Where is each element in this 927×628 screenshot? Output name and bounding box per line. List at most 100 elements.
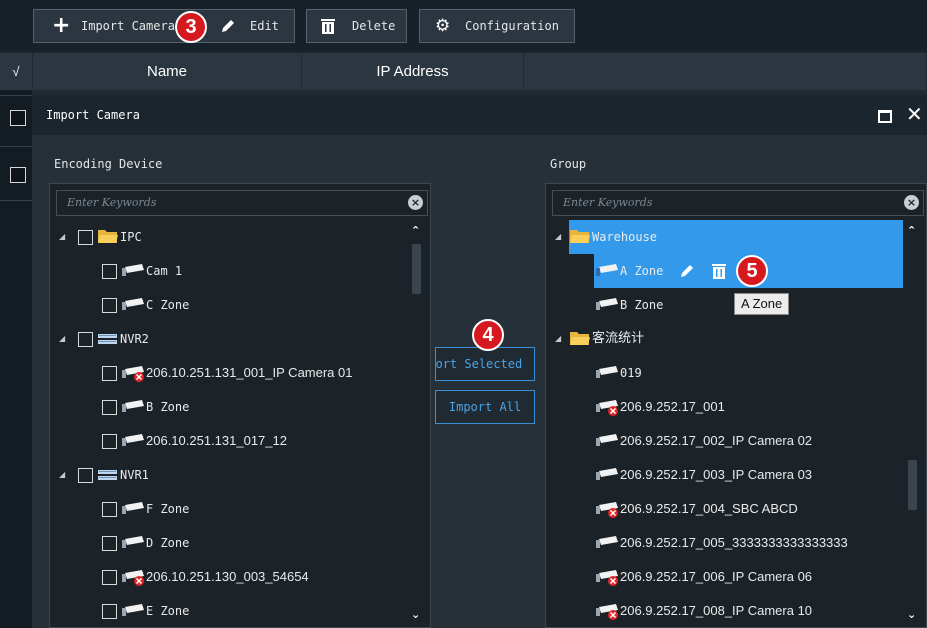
row-checkbox[interactable] <box>10 110 26 126</box>
import-camera-button[interactable]: + Import Camera Edit <box>33 9 295 43</box>
tree-node-label: 206.9.252.17_008_IP Camera 10 <box>620 603 813 618</box>
edit-group-icon[interactable] <box>679 263 695 282</box>
camera-offline-icon <box>596 500 620 518</box>
tree-group-node[interactable]: ◢ NVR2 <box>50 322 406 356</box>
tree-node-label: 019 <box>620 366 642 380</box>
tree-camera-node[interactable]: 019 <box>546 356 902 390</box>
tree-camera-node[interactable]: 206.10.251.131_001_IP Camera 01 <box>50 356 406 390</box>
tree-camera-node[interactable]: 206.10.251.131_017_12 <box>50 424 406 458</box>
group-search-input[interactable]: Enter Keywords × <box>552 190 924 216</box>
tree-group-node[interactable]: ◢ 客流统计 <box>546 322 902 356</box>
camera-icon <box>122 500 146 518</box>
folder-icon <box>570 228 590 244</box>
camera-icon <box>122 432 146 450</box>
tree-checkbox[interactable] <box>102 400 117 415</box>
encoding-device-panel: Enter Keywords × ◢ IPC Cam 1 C Zone ◢ NVR2 206… <box>49 183 431 628</box>
tree-camera-node[interactable]: 206.9.252.17_004_SBC ABCD <box>546 492 902 526</box>
delete-button[interactable]: Delete <box>306 9 407 43</box>
tree-camera-node[interactable]: 206.9.252.17_001 <box>546 390 902 424</box>
scroll-up-icon[interactable]: ⌃ <box>411 224 420 237</box>
camera-icon <box>122 534 146 552</box>
scroll-thumb[interactable] <box>412 244 421 294</box>
tree-checkbox[interactable] <box>102 366 117 381</box>
scroll-thumb[interactable] <box>908 460 917 510</box>
tree-camera-node[interactable]: B Zone <box>50 390 406 424</box>
close-icon[interactable]: ✕ <box>906 101 923 127</box>
camera-icon <box>122 262 146 280</box>
tree-node-label: IPC <box>120 230 142 244</box>
ip-address-column-header[interactable]: IP Address <box>302 53 524 90</box>
tree-camera-node[interactable]: B Zone <box>546 288 902 322</box>
nvr-icon <box>98 332 118 346</box>
row-checkbox[interactable] <box>10 167 26 183</box>
tree-camera-node[interactable]: 206.9.252.17_002_IP Camera 02 <box>546 424 902 458</box>
tree-node-label: 206.10.251.131_017_12 <box>146 433 287 448</box>
tree-checkbox[interactable] <box>102 298 117 313</box>
tree-node-label: 客流统计 <box>592 331 645 346</box>
camera-offline-icon <box>596 568 620 586</box>
tree-node-label: B Zone <box>620 298 664 312</box>
tree-camera-node[interactable]: Cam 1 <box>50 254 406 288</box>
tree-camera-node[interactable]: 206.10.251.130_003_54654 <box>50 560 406 594</box>
camera-icon <box>596 364 620 382</box>
grid-row-strip <box>0 90 32 628</box>
camera-icon <box>596 296 620 314</box>
tree-group-node[interactable]: ◢ IPC <box>50 220 406 254</box>
tree-checkbox[interactable] <box>102 570 117 585</box>
expand-toggle-icon[interactable]: ◢ <box>555 322 561 356</box>
encoding-scrollbar[interactable]: ⌃ ⌄ <box>410 220 422 627</box>
expand-toggle-icon[interactable]: ◢ <box>59 220 65 254</box>
expand-toggle-icon[interactable]: ◢ <box>555 220 561 254</box>
tree-checkbox[interactable] <box>78 230 93 245</box>
tree-camera-node[interactable]: 206.9.252.17_005_3333333333333333 <box>546 526 902 560</box>
gear-icon: ⚙ <box>435 16 451 36</box>
tree-camera-node[interactable]: C Zone <box>50 288 406 322</box>
scroll-up-icon[interactable]: ⌃ <box>907 224 916 237</box>
tree-checkbox[interactable] <box>102 502 117 517</box>
group-scrollbar[interactable]: ⌃ ⌄ <box>906 220 918 627</box>
maximize-icon[interactable] <box>878 110 892 123</box>
tree-checkbox[interactable] <box>102 264 117 279</box>
camera-icon <box>596 466 620 484</box>
tree-node-label: E Zone <box>146 604 190 618</box>
expand-toggle-icon[interactable]: ◢ <box>59 458 65 492</box>
tree-node-label: 206.10.251.131_001_IP Camera 01 <box>146 365 353 380</box>
clear-search-icon[interactable]: × <box>408 195 423 210</box>
empty-column-header <box>524 53 927 90</box>
delete-group-icon[interactable] <box>712 263 726 282</box>
tree-camera-node[interactable]: F Zone <box>50 492 406 526</box>
encoding-device-label: Encoding Device <box>54 157 163 171</box>
tree-camera-node[interactable]: 206.9.252.17_006_IP Camera 06 <box>546 560 902 594</box>
clear-search-icon[interactable]: × <box>904 195 919 210</box>
callout-4: 4 <box>472 319 504 351</box>
tree-checkbox[interactable] <box>102 536 117 551</box>
tree-checkbox[interactable] <box>102 434 117 449</box>
select-all-column[interactable]: √ <box>0 53 33 90</box>
import-selected-button[interactable]: Import Selected <box>435 347 535 381</box>
tree-camera-node[interactable]: D Zone <box>50 526 406 560</box>
tree-checkbox[interactable] <box>102 604 117 619</box>
tree-group-node[interactable]: ◢ NVR1 <box>50 458 406 492</box>
configuration-button[interactable]: ⚙ Configuration <box>419 9 575 43</box>
tree-camera-node[interactable]: 206.9.252.17_008_IP Camera 10 <box>546 594 902 627</box>
expand-toggle-icon[interactable]: ◢ <box>59 322 65 356</box>
callout-5: 5 <box>736 255 768 287</box>
tree-camera-node[interactable]: 206.9.252.17_003_IP Camera 03 <box>546 458 902 492</box>
tree-camera-node[interactable]: E Zone <box>50 594 406 627</box>
import-all-button[interactable]: Import All <box>435 390 535 424</box>
folder-icon <box>570 330 590 346</box>
group-panel: Enter Keywords × ◢ Warehouse A Zone B Zone ◢… <box>545 183 927 628</box>
grid-header: √ Name IP Address <box>0 53 927 90</box>
encoding-search-input[interactable]: Enter Keywords × <box>56 190 428 216</box>
tree-node-label: 206.10.251.130_003_54654 <box>146 569 309 584</box>
name-column-header[interactable]: Name <box>33 53 302 90</box>
toolbar: + Import Camera Edit Delete ⚙ Configurat… <box>0 0 927 52</box>
scroll-down-icon[interactable]: ⌄ <box>907 608 916 621</box>
scroll-down-icon[interactable]: ⌄ <box>411 608 420 621</box>
tree-checkbox[interactable] <box>78 332 93 347</box>
tree-node-label: F Zone <box>146 502 190 516</box>
tree-checkbox[interactable] <box>78 468 93 483</box>
dialog-title: Import Camera <box>46 108 140 122</box>
plus-icon: + <box>52 13 71 38</box>
tree-group-node[interactable]: ◢ Warehouse <box>546 220 902 254</box>
